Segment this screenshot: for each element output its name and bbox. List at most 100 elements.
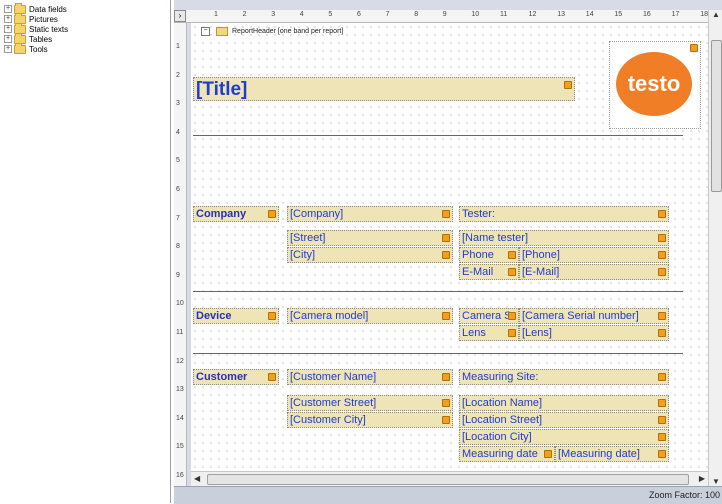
ruler-tick: 16 [643,11,651,18]
field-marker-icon [658,399,666,407]
field-marker-icon [690,44,698,52]
device-label[interactable]: Device [193,308,279,324]
tester-label[interactable]: Tester: [459,206,669,222]
location-street-field[interactable]: [Location Street] [459,412,669,428]
phone-field[interactable]: [Phone] [519,247,669,263]
ruler-tick: 15 [176,443,184,451]
field-marker-icon [658,373,666,381]
lens-field[interactable]: [Lens] [519,325,669,341]
ruler-tick: 10 [176,300,184,308]
phone-label[interactable]: Phone [459,247,519,263]
vertical-ruler: 1 2 3 4 5 6 7 8 9 10 11 12 13 14 15 16 [174,23,187,486]
lens-label[interactable]: Lens [459,325,519,341]
field-marker-icon [658,416,666,424]
band-header[interactable]: − ReportHeader [one band per report] [201,25,401,37]
field-marker-icon [268,373,276,381]
field-marker-icon [658,329,666,337]
field-marker-icon [442,399,450,407]
expand-icon[interactable]: + [4,25,12,33]
field-marker-icon [658,251,666,259]
report-canvas[interactable]: − ReportHeader [one band per report] [Ti… [191,23,708,471]
ruler-tick: 2 [176,71,180,79]
tree-item-tables[interactable]: + Tables [4,32,52,44]
collapse-icon[interactable]: − [201,26,210,36]
tree-item-data-fields[interactable]: + Data fields [4,2,67,14]
email-field[interactable]: [E-Mail] [519,264,669,280]
horizontal-ruler: 1 2 3 4 5 6 7 8 9 10 11 12 13 14 15 16 17 18 [174,10,708,23]
ruler-tick: 11 [176,329,184,336]
horizontal-scroll-thumb[interactable] [207,474,689,485]
scroll-up-icon[interactable]: ▲ [712,10,720,19]
tree-item-static-texts[interactable]: + Static texts [4,22,69,34]
field-marker-icon [442,416,450,424]
scroll-left-icon[interactable]: ◀ [194,474,200,483]
field-marker-icon [508,329,516,337]
camera-serial-field[interactable]: [Camera Serial number] [519,308,669,324]
email-label[interactable]: E-Mail [459,264,519,280]
field-marker-icon [442,251,450,259]
customer-name-field[interactable]: [Customer Name] [287,369,453,385]
camera-model-field[interactable]: [Camera model] [287,308,453,324]
tree-item-label: Data fields [29,4,67,14]
vertical-scrollbar[interactable]: ▲ ▼ [708,10,722,486]
tree-item-label: Pictures [29,14,58,24]
measuring-date-label[interactable]: Measuring date [459,446,555,462]
ruler-tick: 12 [176,357,184,365]
measuring-date-field[interactable]: [Measuring date] [555,446,669,462]
ruler-tick: 2 [242,11,247,18]
ruler-tick: 14 [176,414,184,422]
ruler-tick: 13 [176,386,184,394]
testo-logo: testo [616,52,692,116]
ruler-tick: 3 [176,100,180,108]
ruler-tick: 1 [214,11,218,18]
street-field[interactable]: [Street] [287,230,453,246]
divider-line [193,291,683,292]
field-marker-icon [658,312,666,320]
ruler-tick: 4 [176,128,180,136]
field-marker-icon [658,210,666,218]
location-city-field[interactable]: [Location City] [459,429,669,445]
customer-label[interactable]: Customer [193,369,279,385]
field-marker-icon [658,450,666,458]
scroll-down-icon[interactable]: ▼ [712,477,720,486]
camera-serial-label[interactable]: Camera S [459,308,519,324]
company-field[interactable]: [Company] [287,206,453,222]
field-marker-icon [508,268,516,276]
ruler-tick: 6 [176,186,180,193]
city-field[interactable]: [City] [287,247,453,263]
tree-item-pictures[interactable]: + Pictures [4,12,58,24]
field-marker-icon [442,312,450,320]
title-field[interactable]: [Title] [193,77,575,101]
measuring-site-label[interactable]: Measuring Site: [459,369,669,385]
ruler-tick: 12 [528,11,537,18]
vertical-scroll-thumb[interactable] [711,40,722,192]
tree-item-label: Static texts [29,24,69,34]
logo-frame[interactable]: testo [609,41,701,129]
field-marker-icon [658,234,666,242]
ruler-tick: 5 [176,157,180,165]
folder-icon [14,42,26,54]
ruler-tick: 8 [176,243,180,251]
location-name-field[interactable]: [Location Name] [459,395,669,411]
ruler-tick: 7 [176,214,180,222]
tree-item-tools[interactable]: + Tools [4,42,48,54]
ruler-tick: 1 [176,43,180,50]
field-marker-icon [508,251,516,259]
customer-street-field[interactable]: [Customer Street] [287,395,453,411]
expand-icon[interactable]: + [4,45,12,53]
ruler-corner-button[interactable]: › [174,10,186,22]
expand-icon[interactable]: + [4,5,12,13]
field-marker-icon [442,210,450,218]
name-tester-field[interactable]: [Name tester] [459,230,669,246]
customer-city-field[interactable]: [Customer City] [287,412,453,428]
company-label[interactable]: Company [193,206,279,222]
scroll-right-icon[interactable]: ▶ [699,474,705,483]
band-icon [216,26,228,36]
expand-icon[interactable]: + [4,35,12,43]
horizontal-scrollbar[interactable]: ◀ ▶ [191,471,708,487]
ruler-tick: 5 [328,11,333,18]
field-marker-icon [658,268,666,276]
field-marker-icon [442,234,450,242]
ruler-tick: 13 [557,11,565,18]
expand-icon[interactable]: + [4,15,12,23]
